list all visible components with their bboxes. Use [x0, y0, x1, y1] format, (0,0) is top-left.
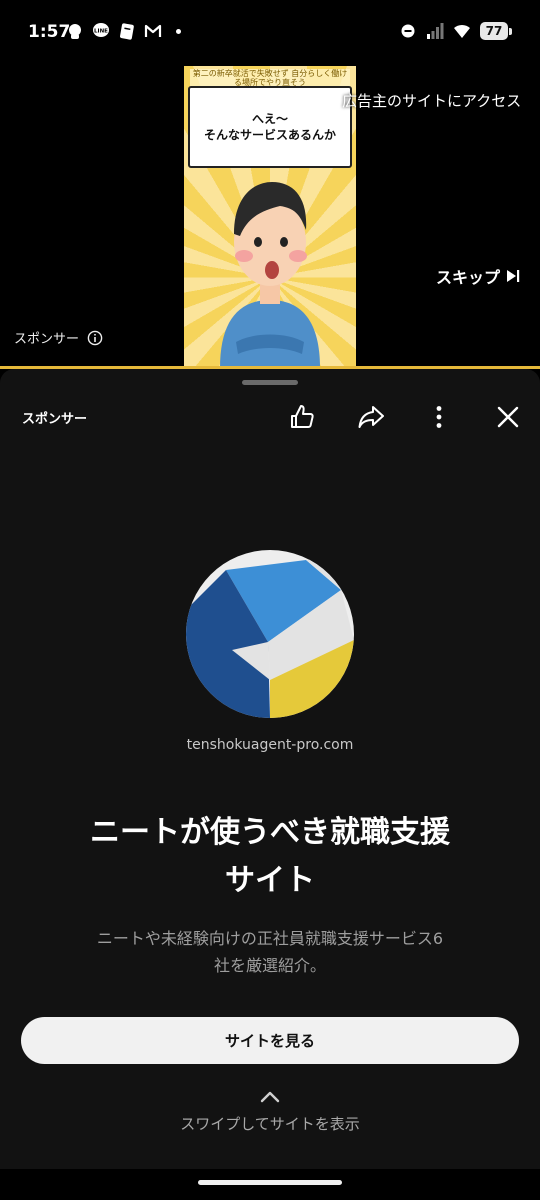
- notification-icons: LINE: [66, 22, 181, 40]
- status-bar: 1:57 LINE 77: [0, 0, 540, 66]
- threads-icon: [69, 24, 81, 39]
- advertiser-domain[interactable]: tenshokuagent-pro.com: [0, 737, 540, 753]
- svg-text:LINE: LINE: [94, 29, 108, 35]
- sheet-sponsor-label: スポンサー: [22, 412, 88, 427]
- description-line1: ニートや未経験向けの正社員就職支援サービス6: [96, 929, 444, 948]
- share-button[interactable]: [353, 399, 389, 435]
- ad-bubble-line1: へえ〜: [251, 112, 288, 126]
- advertiser-site-link[interactable]: 広告主のサイトにアクセス: [342, 90, 521, 111]
- status-time: 1:57: [28, 22, 71, 42]
- system-icons: 77: [399, 22, 512, 40]
- like-icon: [291, 405, 314, 428]
- more-options-button[interactable]: [421, 399, 457, 435]
- ad-thumbnail-caption: 第二の新卒就活で失敗せず 自分らしく働ける場所でやり直そう: [190, 69, 350, 87]
- ad-video-player[interactable]: 第二の新卒就活で失敗せず 自分らしく働ける場所でやり直そう へえ〜 そんなサービ…: [0, 66, 540, 368]
- headline-line2: サイト: [225, 863, 315, 898]
- ad-speech-bubble: へえ〜 そんなサービスあるんか: [188, 86, 352, 168]
- gmail-icon: [144, 24, 162, 37]
- visit-site-button[interactable]: サイトを見る: [21, 1017, 519, 1064]
- ad-bubble-line2: そんなサービスあるんか: [203, 128, 336, 142]
- description-line2: 社を厳選紹介。: [213, 956, 326, 975]
- chevron-up-icon: [260, 1091, 280, 1103]
- visit-site-label: サイトを見る: [224, 1032, 315, 1050]
- skip-button[interactable]: スキップ: [436, 264, 520, 288]
- line-icon: LINE: [93, 23, 109, 37]
- skip-next-icon: [507, 270, 520, 282]
- ad-video-frame[interactable]: 第二の新卒就活で失敗せず 自分らしく働ける場所でやり直そう へえ〜 そんなサービ…: [184, 66, 356, 368]
- battery-tip: [509, 27, 512, 35]
- ad-description: ニートや未経験向けの正社員就職支援サービス6 社を厳選紹介。: [60, 925, 480, 979]
- ad-details-sheet[interactable]: スポンサー tenshokuagent-pro.com ニートが使うべき就職支援…: [0, 369, 540, 1169]
- home-indicator[interactable]: [198, 1180, 342, 1185]
- ad-sponsor-label: スポンサー: [14, 328, 103, 347]
- wifi-icon: [454, 24, 470, 38]
- more-icon: [436, 406, 442, 428]
- ad-sponsor-text: スポンサー: [14, 332, 80, 347]
- swipe-hint[interactable]: スワイプしてサイトを表示: [0, 1113, 540, 1134]
- ad-headline: ニートが使うべき就職支援 サイト: [40, 809, 500, 905]
- close-icon: [497, 406, 519, 428]
- advertiser-logo[interactable]: [186, 550, 354, 718]
- more-notifications-dot: [176, 28, 181, 34]
- share-icon: [358, 406, 384, 428]
- battery-level: 77: [480, 22, 508, 40]
- headline-line1: ニートが使うべき就職支援: [90, 815, 450, 850]
- dnd-icon: [401, 24, 415, 38]
- info-icon[interactable]: [87, 330, 103, 346]
- close-button[interactable]: [490, 399, 526, 435]
- advertiser-logo-graphic: [186, 550, 354, 718]
- ad-person-illustration: [220, 182, 320, 368]
- skip-label: スキップ: [435, 268, 500, 287]
- notes-icon: [120, 23, 134, 40]
- drag-handle[interactable]: [242, 380, 298, 385]
- like-button[interactable]: [284, 399, 320, 435]
- battery-icon: 77: [480, 22, 512, 40]
- signal-icon: [427, 23, 444, 39]
